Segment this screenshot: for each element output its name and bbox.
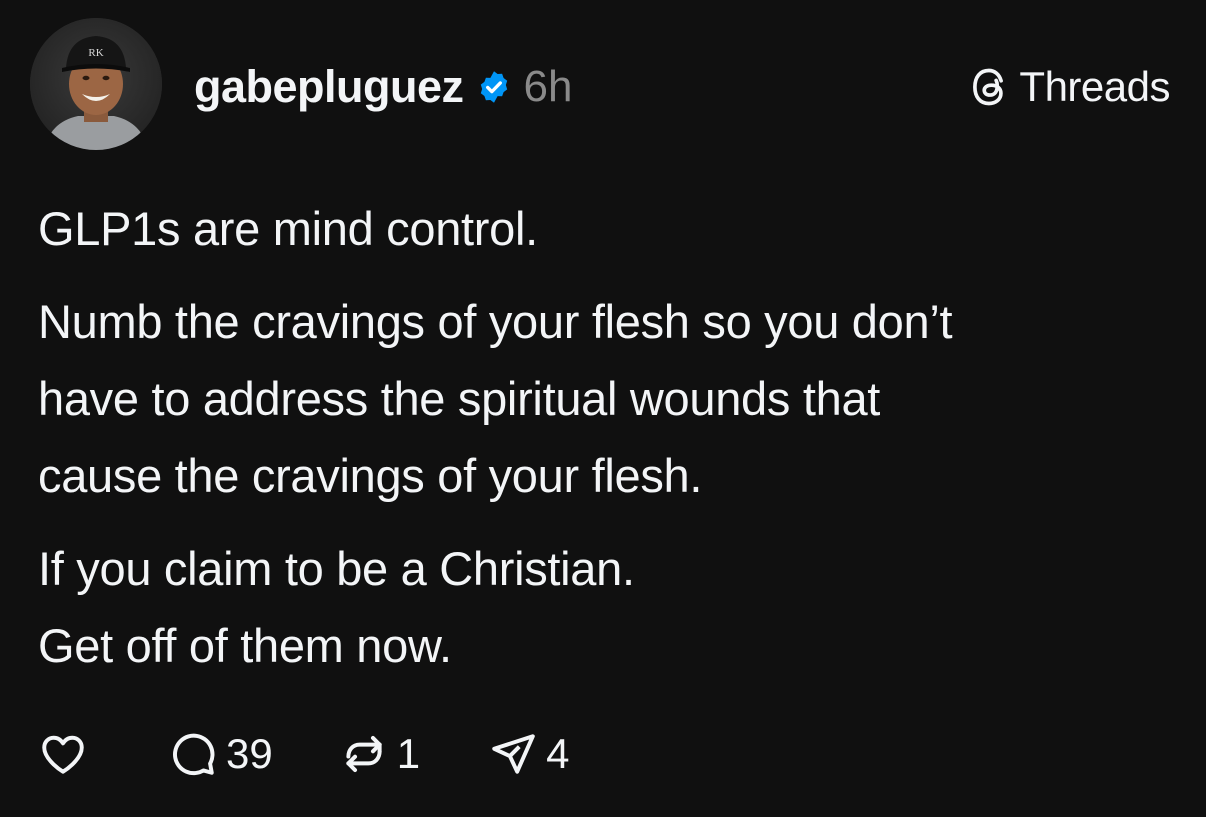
post-line: have to address the spiritual wounds tha… [38,372,881,425]
post-line: If you claim to be a Christian. [38,542,635,595]
post-line: Numb the cravings of your flesh so you d… [38,295,953,348]
post-line: GLP1s are mind control. [38,202,538,255]
post-meta: gabepluguez 6h [194,58,572,116]
avatar[interactable]: RK [30,18,162,150]
reply-count: 39 [226,730,273,777]
avatar-cap-logo: RK [88,47,103,59]
like-button[interactable] [38,729,88,779]
repost-button[interactable]: 1 [339,729,420,779]
reply-button[interactable]: 39 [168,729,273,779]
threads-brand-label: Threads [1019,63,1170,110]
threads-logo-icon [967,65,1011,109]
repost-count: 1 [396,730,421,777]
threads-brand: Threads [967,62,1170,112]
post-paragraph-1: GLP1s are mind control. [38,190,1188,267]
repost-icon [346,735,382,773]
verified-badge-icon [476,69,512,105]
username-link[interactable]: gabepluguez [194,61,464,113]
send-icon [492,734,535,774]
post-paragraph-3: If you claim to be a Christian. Get off … [38,530,1188,684]
post-actions: 39 1 4 [38,724,569,784]
thread-post: RK gabepluguez 6h Threads GLP1s are mind… [0,0,1206,817]
post-line: Get off of them now. [38,619,452,672]
post-body: GLP1s are mind control. Numb the craving… [38,190,1188,684]
heart-icon [42,735,84,774]
post-line: cause the cravings of your flesh. [38,449,703,502]
post-timestamp: 6h [523,62,573,111]
share-count: 4 [546,730,570,777]
share-button[interactable]: 4 [488,729,569,779]
comment-icon [173,733,215,776]
post-paragraph-2: Numb the cravings of your flesh so you d… [38,283,1188,514]
